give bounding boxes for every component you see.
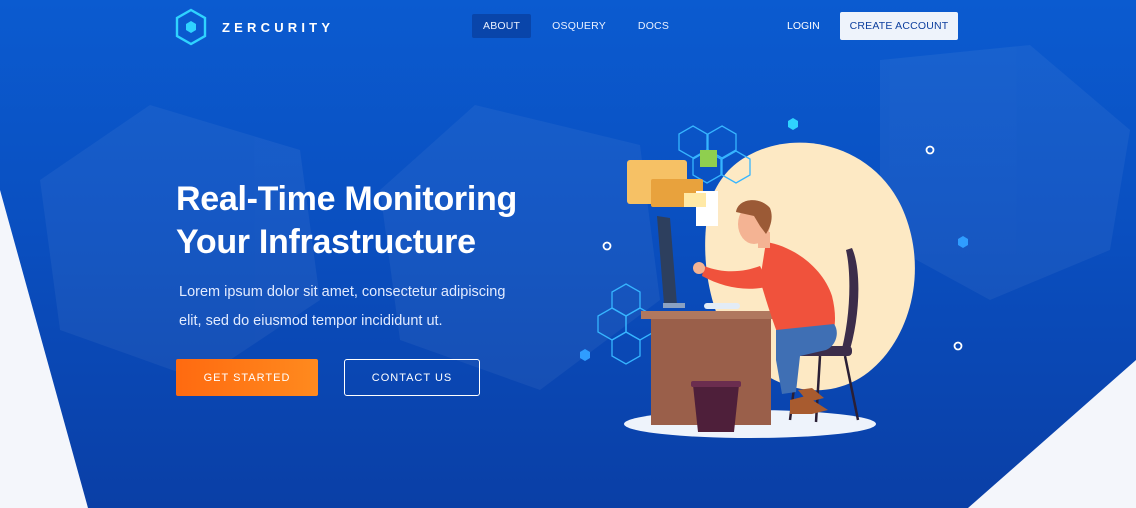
nav-item-osquery[interactable]: OSQUERY <box>541 14 617 38</box>
brand[interactable]: ZERCURITY <box>174 8 334 46</box>
monitor-stand <box>663 303 685 308</box>
small-hexagon <box>788 118 798 130</box>
nav-item-about[interactable]: ABOUT <box>472 14 532 38</box>
desk-top <box>641 311 776 319</box>
login-link[interactable]: LOGIN <box>787 20 820 32</box>
small-hexagon <box>958 236 968 248</box>
monitor <box>657 216 677 305</box>
nav-links: ABOUT OSQUERY DOCS <box>472 14 680 38</box>
hero-illustration <box>580 118 968 438</box>
floating-note <box>700 150 717 167</box>
trash-bin <box>693 385 739 432</box>
floating-envelope <box>684 193 706 207</box>
contact-us-button[interactable]: CONTACT US <box>344 359 480 396</box>
hero-description: Lorem ipsum dolor sit amet, consectetur … <box>179 278 559 336</box>
hero-title-line-1: Real-Time Monitoring <box>176 180 517 218</box>
ring-decoration <box>925 145 935 155</box>
ring-decoration <box>953 341 963 351</box>
create-account-button[interactable]: CREATE ACCOUNT <box>840 12 958 40</box>
hexagon-grid-left <box>597 283 655 365</box>
top-navigation: ZERCURITY ABOUT OSQUERY DOCS LOGIN CREAT… <box>0 0 1136 52</box>
hexagon-logo-icon <box>175 8 207 46</box>
get-started-button[interactable]: GET STARTED <box>176 359 318 396</box>
brand-name: ZERCURITY <box>222 19 335 35</box>
left-white-shape <box>0 190 88 508</box>
hero-title-line-2: Your Infrastructure <box>176 223 476 261</box>
hero-description-line-1: Lorem ipsum dolor sit amet, consectetur … <box>179 284 506 300</box>
keyboard <box>704 303 740 309</box>
nav-item-docs[interactable]: DOCS <box>627 14 680 38</box>
hero-description-line-2: elit, sed do eiusmod tempor incididunt u… <box>179 313 443 329</box>
hero-title: Real-Time Monitoring Your Infrastructure <box>176 178 517 264</box>
person-hand <box>693 262 705 274</box>
small-hexagon <box>580 349 590 361</box>
right-white-shape <box>968 360 1136 508</box>
trash-bin-rim <box>691 381 741 387</box>
ring-decoration <box>602 241 612 251</box>
